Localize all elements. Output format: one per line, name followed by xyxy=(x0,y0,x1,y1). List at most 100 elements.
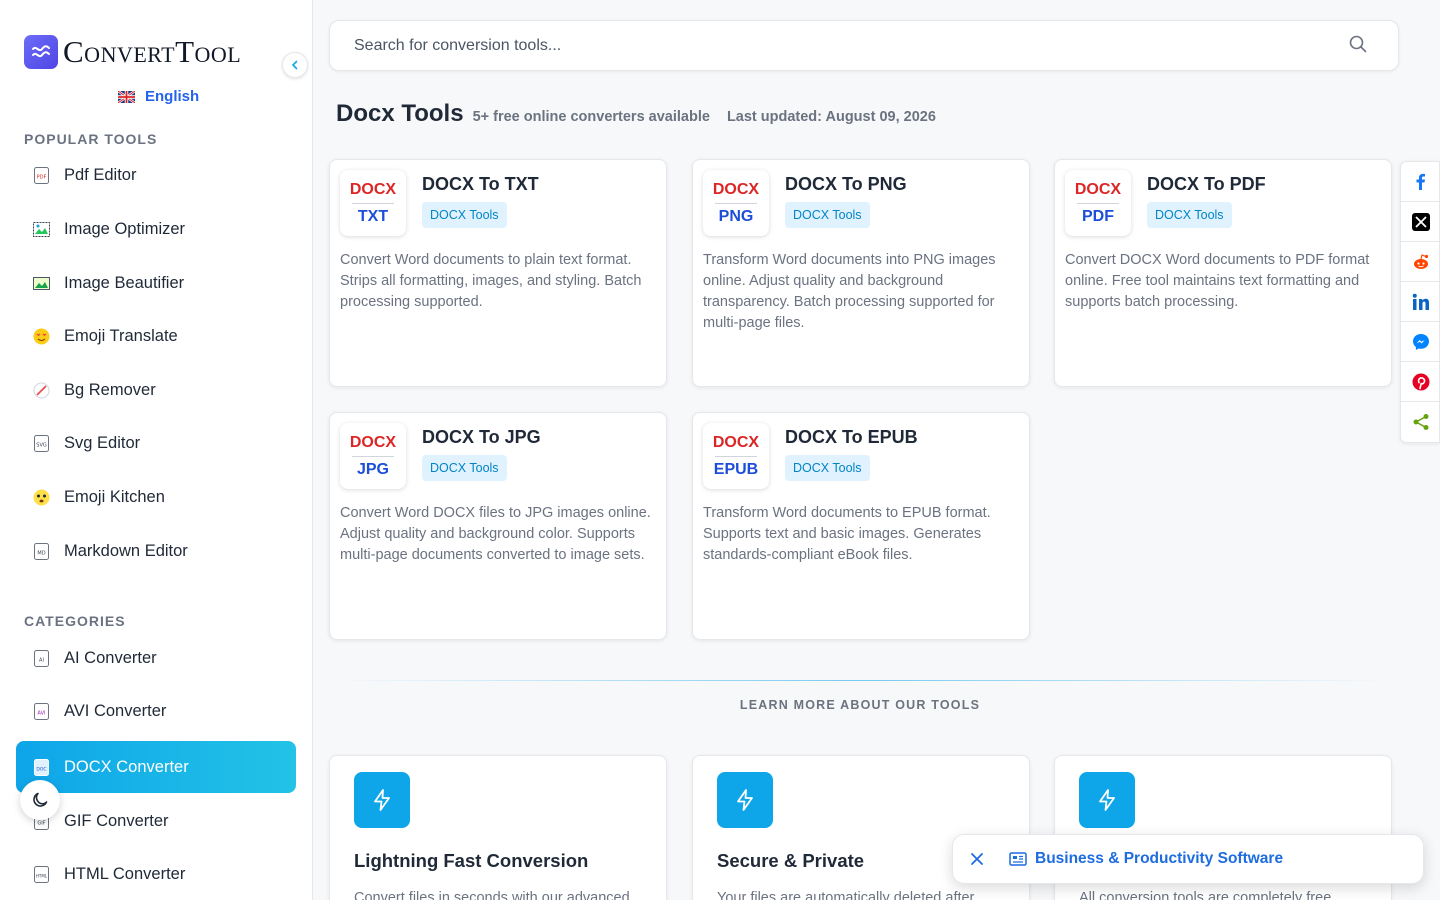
sidebar-item-pdf-editor[interactable]: PDF Pdf Editor xyxy=(16,152,296,198)
reddit-icon xyxy=(1414,253,1429,269)
sidebar-item-html-converter[interactable]: HTML HTML Converter xyxy=(16,851,296,897)
chevron-left-icon xyxy=(291,60,298,70)
facebook-icon xyxy=(1416,173,1425,190)
sidebar-item-svg-editor[interactable]: SVG Svg Editor xyxy=(16,420,296,466)
sidebar-item-markdown-editor[interactable]: MD Markdown Editor xyxy=(16,528,296,574)
tool-card-docx-to-txt[interactable]: DOCX TXT DOCX To TXT DOCX Tools Convert … xyxy=(329,159,667,387)
format-badge: DOCX TXT xyxy=(340,170,406,236)
share-icon xyxy=(1413,414,1429,430)
category-tag[interactable]: DOCX Tools xyxy=(785,455,870,481)
no-background-icon xyxy=(33,382,50,398)
uk-flag-icon xyxy=(118,90,135,103)
badge-from: DOCX xyxy=(349,433,397,451)
tool-card-docx-to-epub[interactable]: DOCX EPUB DOCX To EPUB DOCX Tools Transf… xyxy=(692,412,1030,640)
feature-description: All conversion tools are completely free xyxy=(1079,890,1332,900)
sidebar-item-emoji-translate[interactable]: Emoji Translate xyxy=(16,313,296,359)
tool-card-docx-to-png[interactable]: DOCX PNG DOCX To PNG DOCX Tools Transfor… xyxy=(692,159,1030,387)
html-file-icon: HTML xyxy=(34,865,49,883)
category-tag[interactable]: DOCX Tools xyxy=(422,202,507,228)
moon-icon xyxy=(33,792,48,807)
sidebar-item-emoji-kitchen[interactable]: Emoji Kitchen xyxy=(16,474,296,520)
tool-title[interactable]: DOCX To EPUB xyxy=(785,427,918,448)
search-input[interactable] xyxy=(354,36,1304,55)
docx-file-icon: DOC xyxy=(34,758,49,776)
badge-from: DOCX xyxy=(1074,180,1122,198)
sidebar-item-label: AI Converter xyxy=(64,648,157,667)
feature-card-fast: Lightning Fast Conversion Convert files … xyxy=(329,755,667,900)
format-badge: DOCX PNG xyxy=(703,170,769,236)
page-subtitle: 5+ free online converters available xyxy=(472,109,710,125)
badge-divider xyxy=(715,202,757,204)
badge-to: PNG xyxy=(718,207,754,225)
search-icon[interactable] xyxy=(1348,34,1368,54)
banner-link[interactable]: Business & Productivity Software xyxy=(1035,850,1283,868)
share-bar xyxy=(1400,161,1440,443)
close-icon xyxy=(971,853,983,865)
sidebar-item-image-beautifier[interactable]: Image Beautifier xyxy=(16,260,296,306)
svg-text:SVG: SVG xyxy=(36,442,47,448)
share-x-button[interactable] xyxy=(1401,202,1440,242)
sidebar-item-label: Emoji Translate xyxy=(64,326,178,345)
sidebar-item-bg-remover[interactable]: Bg Remover xyxy=(16,367,296,413)
language-selector[interactable]: English xyxy=(118,88,199,105)
tool-card-docx-to-jpg[interactable]: DOCX JPG DOCX To JPG DOCX Tools Convert … xyxy=(329,412,667,640)
sidebar-item-ai-converter[interactable]: AI AI Converter xyxy=(16,635,296,681)
md-file-icon: MD xyxy=(34,542,49,560)
pinterest-icon xyxy=(1412,373,1430,390)
badge-divider xyxy=(352,202,394,204)
image-icon xyxy=(33,276,50,290)
badge-to: PDF xyxy=(1082,207,1114,225)
page-header: Docx Tools 5+ free online converters ava… xyxy=(336,100,936,128)
search-bar xyxy=(329,20,1399,71)
sidebar-item-label: Markdown Editor xyxy=(64,541,188,560)
section-divider xyxy=(336,680,1388,681)
share-messenger-button[interactable] xyxy=(1401,322,1440,362)
category-tag[interactable]: DOCX Tools xyxy=(1147,202,1232,228)
share-linkedin-button[interactable] xyxy=(1401,282,1440,322)
tool-description: Transform Word documents to EPUB format.… xyxy=(703,505,991,563)
category-tag[interactable]: DOCX Tools xyxy=(422,455,507,481)
image-optimizer-icon xyxy=(33,221,50,237)
categories-title: CATEGORIES xyxy=(24,613,126,629)
learn-more-heading: LEARN MORE ABOUT OUR TOOLS xyxy=(739,698,981,712)
share-pinterest-button[interactable] xyxy=(1401,362,1440,402)
tool-title[interactable]: DOCX To PNG xyxy=(785,174,907,195)
sidebar-item-label: Svg Editor xyxy=(64,433,141,452)
tool-title[interactable]: DOCX To JPG xyxy=(422,427,541,448)
svg-file-icon: SVG xyxy=(34,434,49,452)
share-facebook-button[interactable] xyxy=(1401,162,1440,202)
sidebar-item-docx-converter[interactable]: DOC DOCX Converter xyxy=(16,741,296,793)
badge-to: JPG xyxy=(356,460,389,478)
sidebar-item-label: Emoji Kitchen xyxy=(64,487,165,506)
logo[interactable]: ConvertTool xyxy=(24,34,241,70)
collapse-sidebar-button[interactable] xyxy=(282,52,308,78)
emoji-icon xyxy=(33,489,50,505)
badge-from: DOCX xyxy=(349,180,397,198)
share-more-button[interactable] xyxy=(1401,402,1440,442)
badge-divider xyxy=(715,455,757,457)
close-banner-button[interactable] xyxy=(967,849,987,869)
sidebar-item-image-optimizer[interactable]: Image Optimizer xyxy=(16,206,296,252)
category-tag[interactable]: DOCX Tools xyxy=(785,202,870,228)
badge-to: EPUB xyxy=(713,460,759,478)
sidebar-item-label: Bg Remover xyxy=(64,380,156,399)
feature-title: Secure & Private xyxy=(717,850,865,871)
badge-divider xyxy=(352,455,394,457)
emoji-heart-eyes-icon xyxy=(33,328,50,344)
sidebar-item-label: Pdf Editor xyxy=(64,165,137,184)
share-reddit-button[interactable] xyxy=(1401,242,1440,282)
tool-description: Convert DOCX Word documents to PDF forma… xyxy=(1065,252,1370,310)
feature-title: Lightning Fast Conversion xyxy=(354,850,589,871)
svg-text:DOC: DOC xyxy=(36,766,46,772)
tool-title[interactable]: DOCX To PDF xyxy=(1147,174,1266,195)
svg-text:AVI: AVI xyxy=(38,710,46,716)
tool-card-docx-to-pdf[interactable]: DOCX PDF DOCX To PDF DOCX Tools Convert … xyxy=(1054,159,1392,387)
badge-to: TXT xyxy=(357,207,389,225)
logo-mark-icon xyxy=(24,35,58,69)
lightning-icon xyxy=(354,772,410,828)
sidebar-item-label: HTML Converter xyxy=(64,864,186,883)
sidebar-item-avi-converter[interactable]: AVI AVI Converter xyxy=(16,688,296,734)
tool-description: Convert Word documents to plain text for… xyxy=(340,252,642,310)
dark-mode-toggle[interactable] xyxy=(20,780,60,820)
tool-title[interactable]: DOCX To TXT xyxy=(422,174,539,195)
